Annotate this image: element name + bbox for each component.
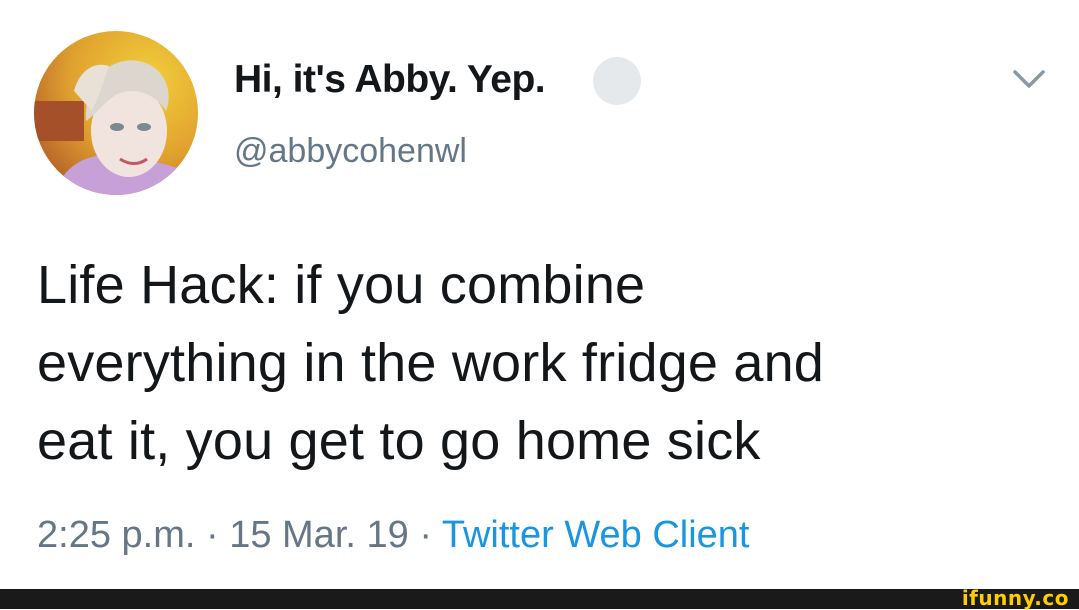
tweet-text: Life Hack: if you combine everything in …	[37, 246, 1057, 480]
tweet-text-line: eat it, you get to go home sick	[37, 411, 761, 471]
tweet-date[interactable]: 15 Mar. 19	[229, 514, 409, 556]
chevron-down-icon[interactable]	[1011, 67, 1047, 91]
avatar-image	[34, 31, 198, 195]
tweet-time[interactable]: 2:25 p.m.	[37, 514, 195, 556]
tweet-card: Hi, it's Abby. Yep. @abbycohenwl Life Ha…	[0, 0, 1079, 589]
watermark-bar: ifunny.co	[0, 586, 1079, 610]
meta-separator: ·	[195, 514, 230, 556]
tweet-source-link[interactable]: Twitter Web Client	[442, 514, 750, 556]
badge-placeholder	[593, 57, 641, 105]
tweet-text-line: Life Hack: if you combine	[37, 255, 646, 315]
meta-separator: ·	[408, 514, 442, 556]
tweet-text-line: everything in the work fridge and	[37, 333, 825, 393]
tweet-meta: 2:25 p.m. · 15 Mar. 19 · Twitter Web Cli…	[37, 514, 749, 557]
ifunny-watermark: ifunny.co	[961, 586, 1069, 610]
user-handle[interactable]: @abbycohenwl	[234, 132, 467, 171]
avatar[interactable]	[34, 31, 198, 195]
display-name[interactable]: Hi, it's Abby. Yep.	[234, 58, 546, 102]
